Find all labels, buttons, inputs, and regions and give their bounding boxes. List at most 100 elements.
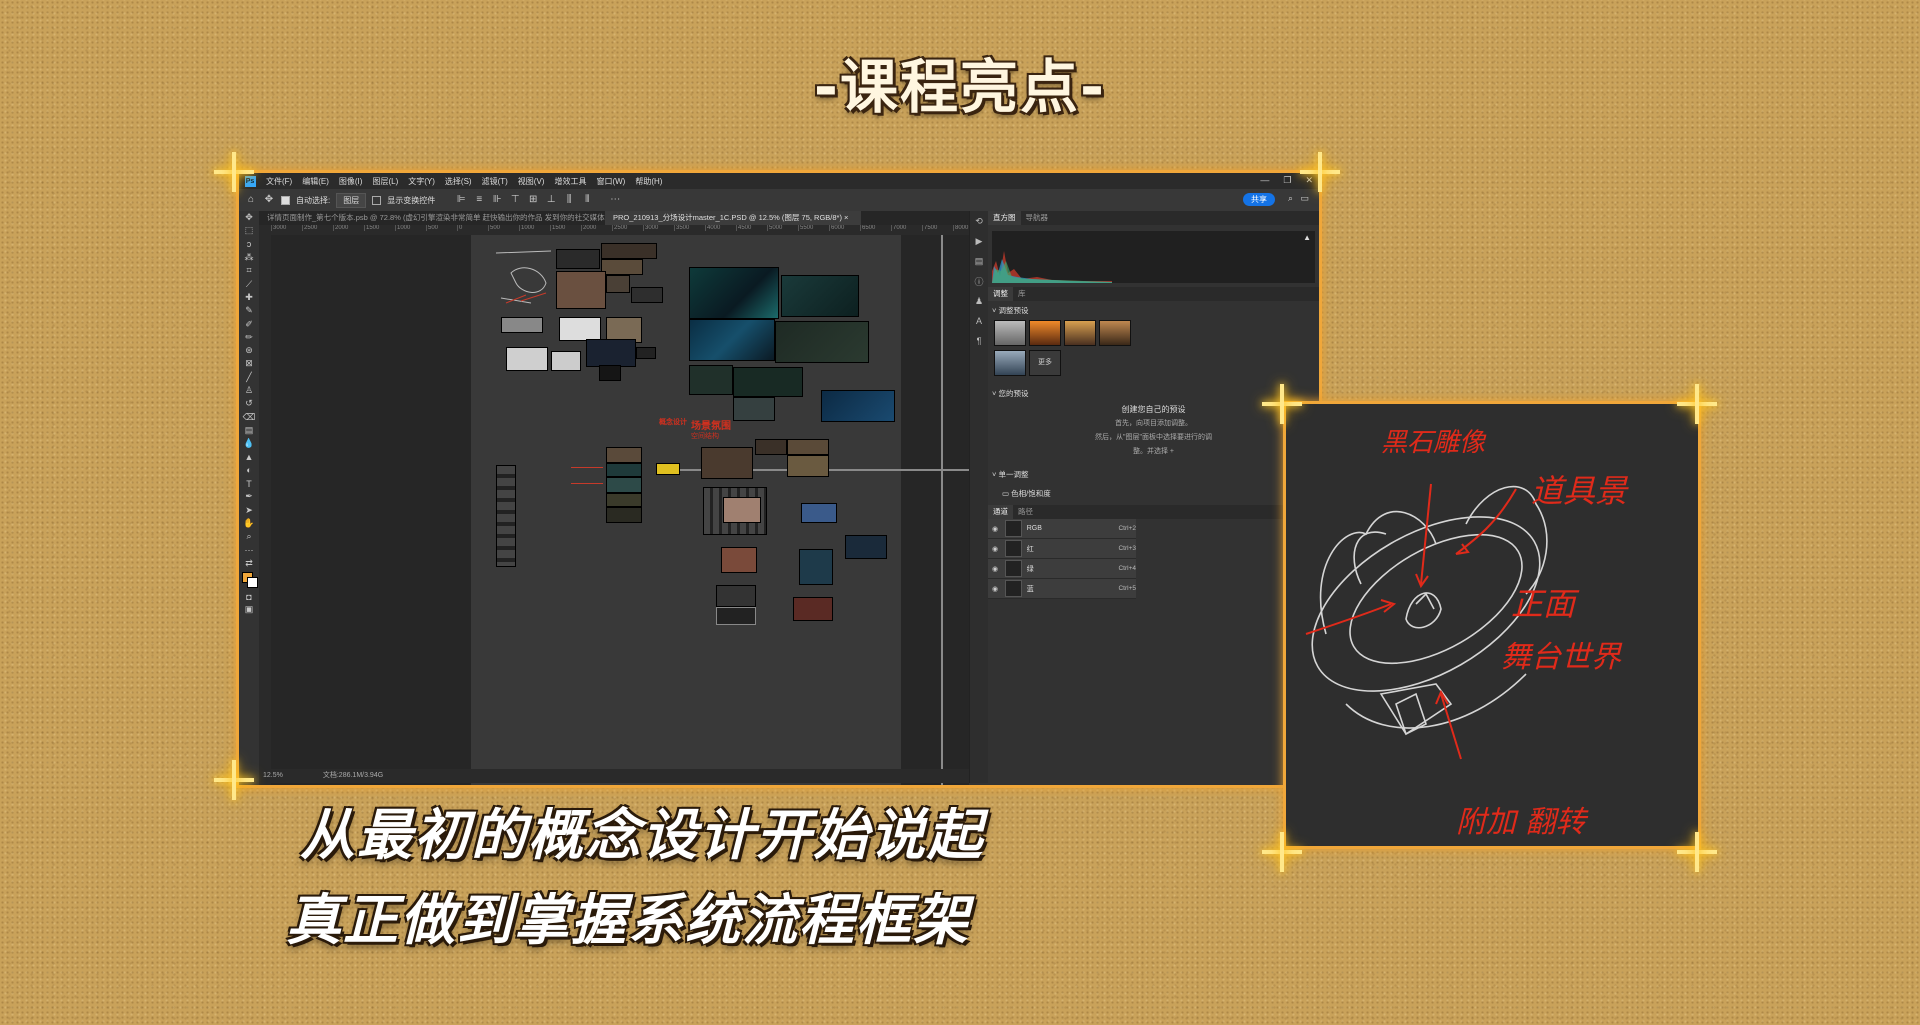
close-tab-icon[interactable]: × bbox=[844, 213, 848, 222]
history-icon[interactable]: ⟲ bbox=[970, 211, 988, 231]
eyedropper-icon[interactable]: ⟋ bbox=[239, 277, 259, 290]
channel-row[interactable]: ◉ 红 Ctrl+3 bbox=[988, 539, 1136, 559]
menu-window[interactable]: 窗口(W) bbox=[591, 176, 630, 187]
warning-icon[interactable]: ▲ bbox=[1303, 233, 1311, 242]
tab-adjustments[interactable]: 调整 bbox=[988, 287, 1013, 301]
eye-icon[interactable]: ◉ bbox=[992, 565, 1000, 573]
type-icon[interactable]: T bbox=[239, 477, 259, 490]
mixer-brush-icon[interactable]: ✐ bbox=[239, 317, 259, 330]
stamp-icon[interactable]: ♙ bbox=[239, 384, 259, 397]
character-icon[interactable]: A bbox=[970, 311, 988, 331]
canvas-area[interactable]: 概念设计 场景氛围 空间结构 bbox=[271, 235, 1101, 785]
reference-image bbox=[689, 365, 733, 395]
move-tool-icon[interactable]: ✥ bbox=[263, 194, 275, 206]
menu-edit[interactable]: 编辑(E) bbox=[297, 176, 334, 187]
restore-button[interactable]: ❐ bbox=[1283, 175, 1291, 186]
reference-image bbox=[506, 347, 548, 371]
menu-plugins[interactable]: 增效工具 bbox=[549, 176, 591, 187]
preset-thumb[interactable] bbox=[1064, 320, 1096, 346]
menu-type[interactable]: 文字(Y) bbox=[403, 176, 440, 187]
channel-row[interactable]: ◉ 蓝 Ctrl+5 bbox=[988, 579, 1136, 599]
tab-paths[interactable]: 路径 bbox=[1013, 505, 1038, 519]
eye-icon[interactable]: ◉ bbox=[992, 585, 1000, 593]
color-swatches[interactable] bbox=[239, 570, 259, 590]
more-options-icon[interactable]: ⋯ bbox=[609, 194, 621, 206]
workspace-icon[interactable]: ▭ bbox=[1300, 193, 1309, 204]
brush-icon[interactable]: ✎ bbox=[239, 304, 259, 317]
zoom-level[interactable]: 12.5% bbox=[263, 769, 283, 783]
people-icon[interactable]: ♟ bbox=[970, 291, 988, 311]
tab-doc-2[interactable]: PRO_210913_分场设计master_1C.PSD @ 12.5% (图层… bbox=[605, 211, 861, 225]
eye-icon[interactable]: ◉ bbox=[992, 525, 1000, 533]
align-center-icon[interactable]: ≡ bbox=[473, 194, 485, 206]
magic-wand-icon[interactable]: ⁂ bbox=[239, 251, 259, 264]
history-brush-icon[interactable]: ↺ bbox=[239, 397, 259, 410]
home-icon[interactable]: ⌂ bbox=[245, 194, 257, 206]
distribute-icon[interactable]: ⫼ bbox=[563, 194, 575, 206]
preset-thumb[interactable] bbox=[994, 350, 1026, 376]
line-icon[interactable]: ╱ bbox=[239, 371, 259, 384]
align-left-icon[interactable]: ⊫ bbox=[455, 194, 467, 206]
sponge-icon[interactable]: ◐ bbox=[239, 464, 259, 477]
blur-icon[interactable]: 💧 bbox=[239, 437, 259, 450]
menu-filter[interactable]: 滤镜(T) bbox=[477, 176, 513, 187]
channel-row[interactable]: ◉ RGB Ctrl+2 bbox=[988, 519, 1136, 539]
pen-icon[interactable]: ✒ bbox=[239, 490, 259, 503]
path-select-icon[interactable]: ➤ bbox=[239, 504, 259, 517]
more-tools-icon[interactable]: ⋯ bbox=[239, 543, 259, 556]
tab-doc-1[interactable]: 详情页面制作_第七个版本.psb @ 72.8% (虚幻引擎渲染非常简单 赶快输… bbox=[259, 211, 605, 225]
paragraph-icon[interactable]: ¶ bbox=[970, 331, 988, 351]
dodge-icon[interactable]: ▲ bbox=[239, 450, 259, 463]
align-middle-icon[interactable]: ⊞ bbox=[527, 194, 539, 206]
auto-select-checkbox[interactable] bbox=[281, 195, 290, 205]
show-transform-checkbox[interactable] bbox=[372, 195, 382, 205]
preset-thumb[interactable] bbox=[1099, 320, 1131, 346]
menu-select[interactable]: 选择(S) bbox=[440, 176, 477, 187]
share-button[interactable]: 共享 bbox=[1243, 193, 1275, 206]
artboard-icon[interactable]: ▤ bbox=[970, 251, 988, 271]
zoom-icon[interactable]: ⌕ bbox=[239, 530, 259, 543]
single-adjust-header[interactable]: ˅ 单一调整 bbox=[988, 465, 1319, 484]
swap-colors-icon[interactable]: ⇄ bbox=[239, 557, 259, 570]
shape-icon[interactable]: ⊠ bbox=[239, 357, 259, 370]
clone-stamp-icon[interactable]: ⊛ bbox=[239, 344, 259, 357]
more-presets[interactable]: 更多 bbox=[1029, 350, 1061, 376]
hue-saturation-item[interactable]: ▭ 色相/饱和度 bbox=[988, 484, 1319, 503]
tab-navigator[interactable]: 导航器 bbox=[1021, 211, 1054, 225]
layer-select[interactable]: 图层 bbox=[336, 192, 367, 208]
play-icon[interactable]: ▶ bbox=[970, 231, 988, 251]
healing-icon[interactable]: ✚ bbox=[239, 291, 259, 304]
align-bottom-icon[interactable]: ⊥ bbox=[545, 194, 557, 206]
search-icon[interactable]: ⌕ bbox=[1288, 193, 1293, 204]
menu-layer[interactable]: 图层(L) bbox=[367, 176, 403, 187]
crop-icon[interactable]: ⌗ bbox=[239, 264, 259, 277]
screen-mode-icon[interactable]: ▣ bbox=[239, 603, 259, 616]
distribute-v-icon[interactable]: ⫴ bbox=[581, 194, 593, 206]
align-top-icon[interactable]: ⊤ bbox=[509, 194, 521, 206]
preset-thumb[interactable] bbox=[994, 320, 1026, 346]
preset-thumb[interactable] bbox=[1029, 320, 1061, 346]
marquee-icon[interactable]: ⬚ bbox=[239, 224, 259, 237]
gradient-icon[interactable]: ▤ bbox=[239, 424, 259, 437]
menu-image[interactable]: 图像(I) bbox=[334, 176, 368, 187]
document-canvas[interactable]: 概念设计 场景氛围 空间结构 bbox=[471, 235, 1101, 785]
align-right-icon[interactable]: ⊪ bbox=[491, 194, 503, 206]
tab-libraries[interactable]: 库 bbox=[1013, 287, 1031, 301]
channel-row[interactable]: ◉ 绿 Ctrl+4 bbox=[988, 559, 1136, 579]
minimize-button[interactable]: — bbox=[1260, 175, 1269, 186]
pencil-icon[interactable]: ✏ bbox=[239, 331, 259, 344]
ruler-tick: 5000 bbox=[767, 225, 798, 231]
hand-icon[interactable]: ✋ bbox=[239, 517, 259, 530]
lasso-icon[interactable]: ↄ bbox=[239, 238, 259, 251]
quick-mask-icon[interactable]: ◘ bbox=[239, 590, 259, 603]
tab-channels[interactable]: 通道 bbox=[988, 505, 1013, 519]
adjust-presets-header[interactable]: ˅ 调整预设 bbox=[988, 301, 1319, 320]
menu-help[interactable]: 帮助(H) bbox=[630, 176, 667, 187]
info-icon[interactable]: ⓘ bbox=[970, 271, 988, 291]
tab-histogram[interactable]: 直方图 bbox=[988, 211, 1021, 225]
move-icon[interactable]: ✥ bbox=[239, 211, 259, 224]
eraser-icon[interactable]: ⌫ bbox=[239, 410, 259, 423]
menu-file[interactable]: 文件(F) bbox=[261, 176, 297, 187]
menu-view[interactable]: 视图(V) bbox=[513, 176, 550, 187]
eye-icon[interactable]: ◉ bbox=[992, 545, 1000, 553]
